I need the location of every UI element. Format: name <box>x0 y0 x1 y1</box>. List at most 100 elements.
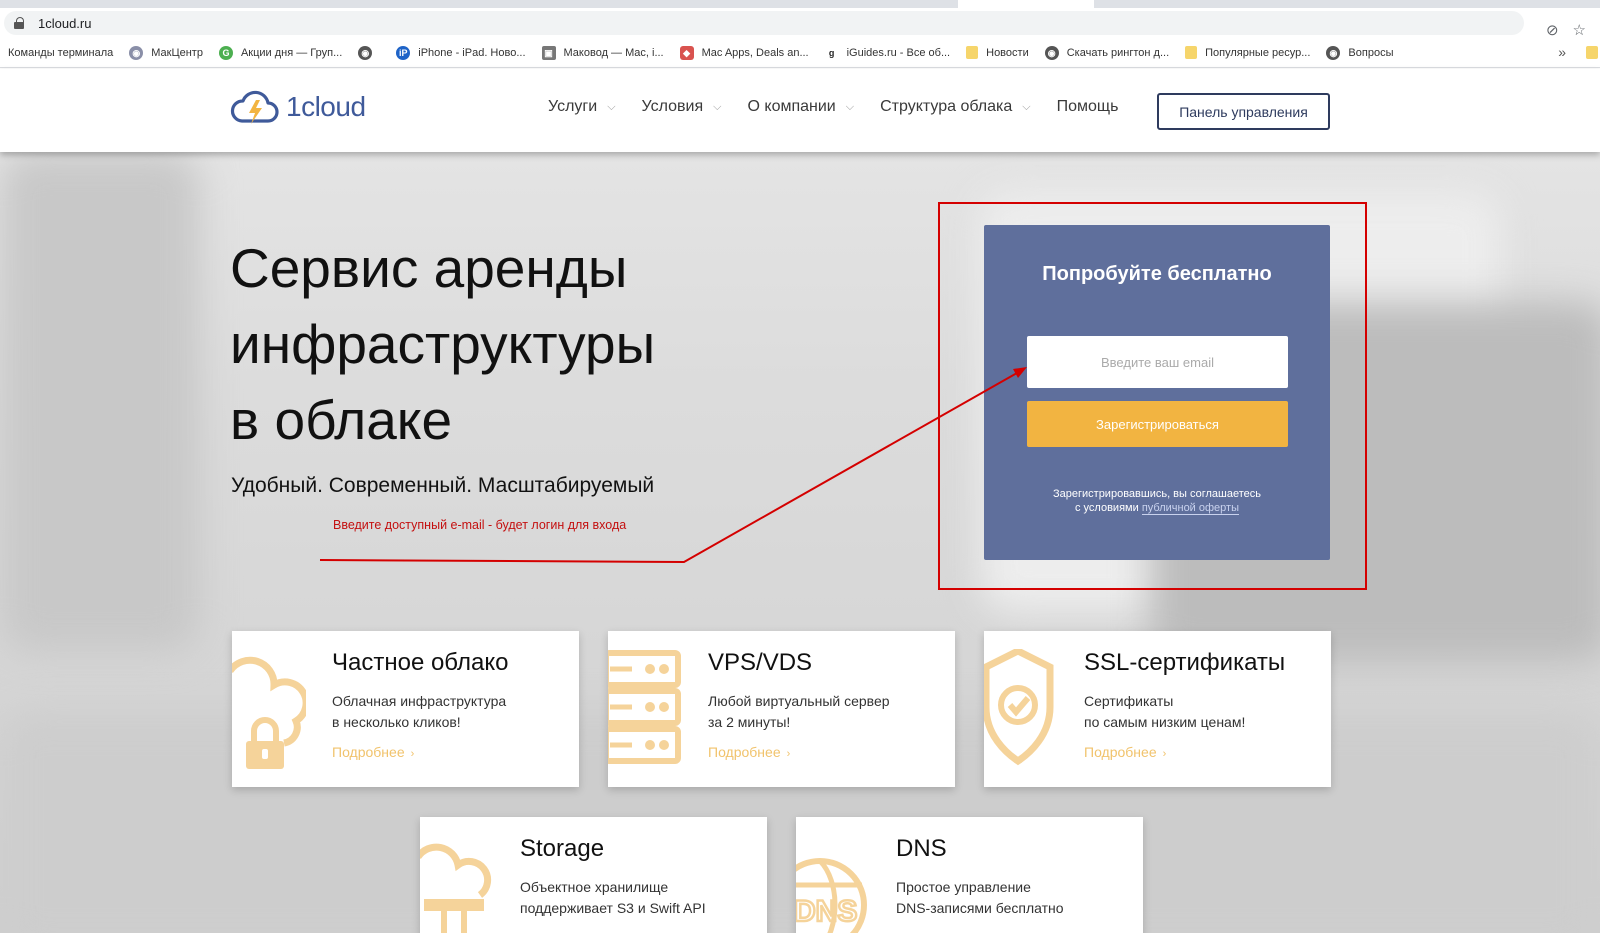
service-card-ssl[interactable]: SSL-сертификаты Сертификаты по самым низк… <box>984 631 1331 787</box>
nav-item-services[interactable]: Услуги ⌵ <box>548 98 616 116</box>
service-card-storage[interactable]: Storage Объектное хранилище поддерживает … <box>420 817 767 933</box>
bookmark-label: Акции дня — Груп... <box>240 46 343 59</box>
annotation-text: Введите доступный e-mail - будет логин д… <box>333 518 627 532</box>
card-description: Простое управление DNS-записями бесплатно <box>896 879 1064 916</box>
server-icon <box>608 650 681 764</box>
nav-label: Условия <box>641 98 704 115</box>
cloud-lock-icon <box>232 656 306 769</box>
bookmark-item[interactable]: G Акции дня — Груп... <box>218 45 343 60</box>
card-more-link[interactable]: Подробнее › <box>332 744 414 760</box>
bookmark-item[interactable]: Команды терминала <box>8 47 113 59</box>
card-title: DNS <box>896 835 947 862</box>
site-header: 1cloud Услуги ⌵ Условия ⌵ О компании ⌵ Стру… <box>0 69 1600 152</box>
bookmark-label: Скачать рингтон д... <box>1066 46 1170 59</box>
globe-icon: ◉ <box>1326 45 1341 60</box>
card-more-link[interactable]: Подробнее › <box>1084 744 1166 760</box>
chevron-right-icon: › <box>410 748 415 760</box>
folder-icon <box>1185 46 1198 59</box>
bookmark-item[interactable]: ◉ <box>358 45 380 60</box>
g-icon: G <box>218 45 233 60</box>
nav-item-about[interactable]: О компании ⌵ <box>748 98 855 116</box>
ip-icon: iP <box>396 45 411 60</box>
logo-text: 1cloud <box>286 91 366 122</box>
bookmark-item[interactable]: ◉ МакЦентр <box>129 45 203 60</box>
dns-globe-icon: DNS <box>796 858 867 933</box>
card-title: Storage <box>520 835 605 862</box>
service-card-dns[interactable]: DNS DNS Простое управление DNS-записями б… <box>796 817 1143 933</box>
bookmark-label: МакЦентр <box>151 46 203 59</box>
bookmark-item[interactable]: ◉ Скачать рингтон д... <box>1044 45 1170 60</box>
bookmark-item[interactable]: ▣ Маковод — Mac, i... <box>541 45 664 60</box>
service-card-vps[interactable]: VPS/VDS Любой виртуальный сервер за 2 мин… <box>608 631 955 787</box>
bookmark-label: Mac Apps, Deals an... <box>701 46 809 59</box>
box-icon: ◆ <box>679 45 694 60</box>
bookmark-label: Новости <box>986 46 1029 59</box>
control-panel-button[interactable]: Панель управления <box>1157 93 1330 130</box>
browser-tabstrip <box>0 0 1600 8</box>
nav-label: Структура облака <box>880 98 1013 115</box>
annotation-highlight-box <box>938 202 1367 590</box>
background-blur <box>0 152 200 652</box>
hero-section: Сервис аренды инфраструктуры в облаке Уд… <box>0 152 1600 933</box>
bookmark-label: iGuides.ru - Все об... <box>846 46 951 59</box>
globe-icon: ◉ <box>129 45 144 60</box>
bookmark-label: Маковод — Mac, i... <box>563 46 664 59</box>
card-description: Любой виртуальный сервер за 2 минуты! <box>708 693 890 730</box>
nav-item-help[interactable]: Помощь <box>1057 98 1119 116</box>
g-icon: g <box>824 45 839 60</box>
card-title: VPS/VDS <box>708 649 813 676</box>
shield-check-icon <box>984 649 1054 766</box>
logo[interactable]: 1cloud <box>230 87 366 127</box>
card-description: Объектное хранилище поддерживает S3 и Swi… <box>520 879 706 916</box>
chevron-down-icon: ⌵ <box>713 100 722 113</box>
hero-title: Сервис аренды инфраструктуры в облаке <box>230 230 655 458</box>
card-title: SSL-сертификаты <box>1084 649 1286 676</box>
hero-subtitle: Удобный. Современный. Масштабируемый <box>231 474 655 497</box>
image-icon: ▣ <box>541 45 556 60</box>
bookmark-item[interactable]: ◆ Mac Apps, Deals an... <box>679 45 809 60</box>
omnibox[interactable]: 1cloud.ru <box>4 11 1524 35</box>
bookmark-item[interactable]: ◉ Вопросы <box>1326 45 1394 60</box>
card-description: Сертификаты по самым низким ценам! <box>1084 693 1246 730</box>
card-more-link[interactable]: Подробнее › <box>708 744 790 760</box>
hero-title-line: инфраструктуры <box>230 313 656 375</box>
service-card-private-cloud[interactable]: Частное облако Облачная инфраструктура в … <box>232 631 579 787</box>
chevron-right-icon: › <box>786 748 791 760</box>
bookmark-item[interactable]: Новости <box>966 46 1029 59</box>
chevron-down-icon: ⌵ <box>607 100 616 113</box>
bookmarks-bar: Команды терминала ◉ МакЦентр G Акции дня —… <box>0 38 1600 68</box>
browser-active-tab[interactable] <box>958 0 1094 8</box>
nav-label: Услуги <box>548 98 598 115</box>
hero-title-line: Сервис аренды <box>230 237 628 299</box>
card-description: Облачная инфраструктура в несколько клико… <box>332 693 507 730</box>
globe-icon: ◉ <box>1044 45 1059 60</box>
folder-icon <box>966 46 979 59</box>
url-text[interactable]: 1cloud.ru <box>38 16 91 31</box>
bookmark-item[interactable]: Популярные ресур... <box>1185 46 1310 59</box>
chevron-down-icon: ⌵ <box>1022 100 1031 113</box>
bookmarks-more-button[interactable]: » <box>1558 44 1566 60</box>
bookmark-item[interactable]: g iGuides.ru - Все об... <box>824 45 951 60</box>
bookmark-item[interactable]: iP iPhone - iPad. Ново... <box>396 45 526 60</box>
nav-item-cloud-structure[interactable]: Структура облака ⌵ <box>880 98 1031 116</box>
nav-label: О компании <box>747 98 836 115</box>
main-nav: Услуги ⌵ Условия ⌵ О компании ⌵ Структура о… <box>548 98 1144 116</box>
bookmark-star-icon[interactable]: ☆ <box>1573 21 1586 39</box>
chevron-down-icon: ⌵ <box>845 100 855 113</box>
cloud-storage-icon <box>420 843 492 933</box>
bookmark-label: Популярные ресур... <box>1205 46 1311 59</box>
chevron-right-icon: › <box>1162 748 1167 760</box>
translate-icon[interactable]: ⊘ <box>1546 21 1559 39</box>
folder-icon[interactable] <box>1586 46 1598 59</box>
cloud-logo-icon <box>230 90 279 124</box>
bookmark-label: iPhone - iPad. Ново... <box>418 46 526 59</box>
nav-item-terms[interactable]: Условия ⌵ <box>642 98 722 116</box>
nav-label: Помощь <box>1056 98 1119 115</box>
browser-address-bar: 1cloud.ru ⊘ ☆ <box>0 8 1600 39</box>
card-title: Частное облако <box>332 649 509 676</box>
lock-icon[interactable] <box>14 17 24 29</box>
svg-text:DNS: DNS <box>796 895 857 928</box>
globe-icon: ◉ <box>358 45 373 60</box>
bookmark-label: Команды терминала <box>8 46 114 59</box>
bookmark-label: Вопросы <box>1348 46 1394 59</box>
